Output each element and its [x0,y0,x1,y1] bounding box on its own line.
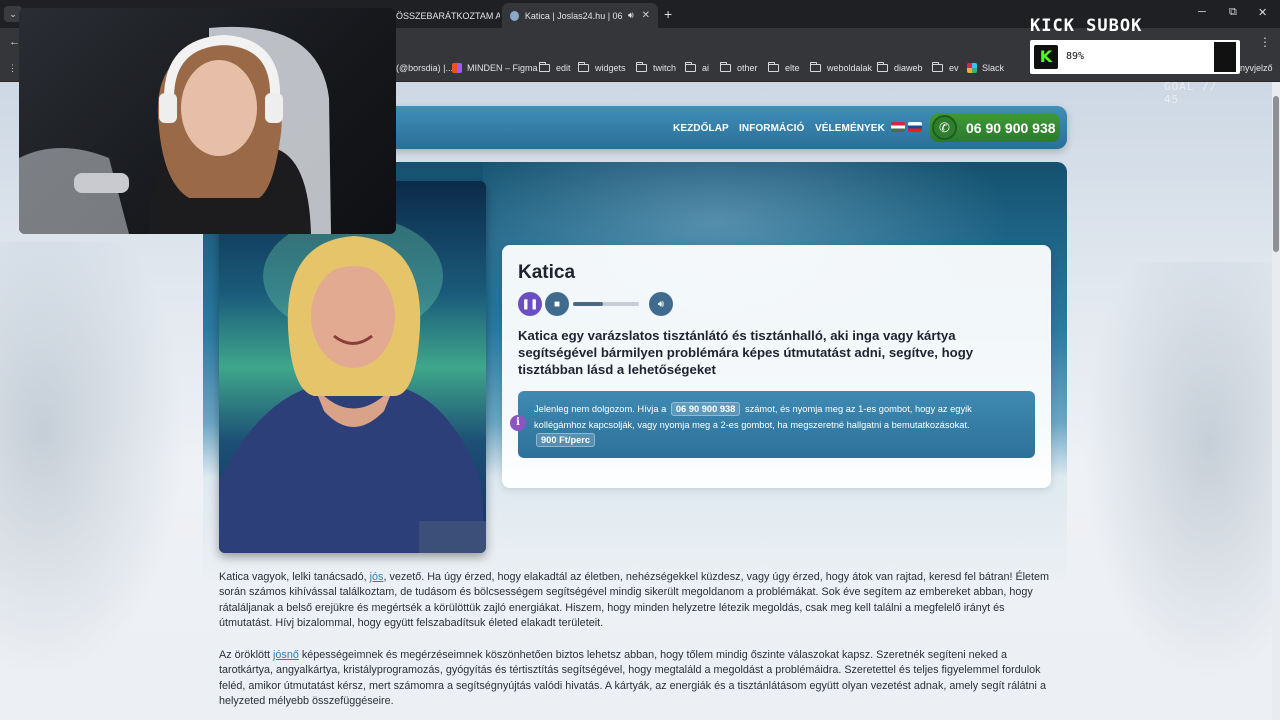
folder-icon [877,62,888,72]
nav-reviews-link[interactable]: VÉLEMÉNYEK [815,123,885,134]
folder-icon [685,62,696,72]
stop-icon[interactable]: ■ [545,292,569,316]
phone-icon: ✆ [932,115,957,140]
bookmark-item[interactable]: weboldalak [810,62,872,73]
call-button-number: 06 90 900 938 [966,119,1056,136]
close-icon[interactable]: ✕ [642,10,650,21]
bookmark-item[interactable]: twitch [636,62,676,73]
tab-active[interactable]: Katica | Joslas24.hu | 06 90 🔊︎ ✕ [502,3,658,28]
bookmark-item[interactable]: MINDEN – Figma [452,63,538,73]
close-window-icon[interactable]: ✕ [1258,6,1267,19]
folder-icon [768,62,779,72]
folder-icon [578,62,589,72]
sub-goal-fill-end [1214,42,1236,72]
new-tab-button[interactable]: + [664,6,672,22]
bookmark-item[interactable]: ev [932,62,959,73]
bookmark-item[interactable]: Slack [967,63,1004,73]
bio-paragraph: Katica vagyok, lelki tanácsadó, jós, vez… [219,571,1050,629]
audio-progress-bar[interactable] [573,302,639,306]
volume-icon[interactable]: 🔊︎ [649,292,673,316]
info-icon: i [510,415,526,431]
background-forest [0,242,210,720]
tab-title: Katica | Joslas24.hu | 06 90 [524,10,622,21]
folder-icon [539,62,550,72]
slovak-flag-icon[interactable] [908,122,922,132]
kick-sub-goal-widget: KICK SUBOK K 89% GOAL // 45 [1030,16,1240,106]
nav-home-link[interactable]: KEZDŐLAP [673,123,729,134]
advisor-info-card: Katica ❚❚ ■ 🔊︎ Katica egy varázslatos ti… [502,245,1051,488]
folder-icon [636,62,647,72]
advisor-name: Katica [518,262,576,283]
call-button[interactable]: ✆ 06 90 900 938 [930,113,1060,142]
availability-notice: i Jelenleg nem dolgozom. Hívja a 06 90 9… [510,391,1035,458]
speaker-icon[interactable]: 🔊︎ [628,10,634,21]
menu-icon[interactable]: ⋮ [1259,35,1271,49]
notice-text: Jelenleg nem dolgozom. Hívja a 06 90 900… [534,402,972,447]
kick-logo-icon: K [1034,45,1058,69]
scrollbar-thumb[interactable] [1273,96,1279,252]
kick-title: KICK SUBOK [1030,16,1143,36]
advisor-description: Katica egy varázslatos tisztánlátó és ti… [518,328,974,377]
bio-paragraph: Az öröklött jósnő képességeimnek és megé… [219,649,1046,707]
hungarian-flag-icon[interactable] [891,122,905,132]
sub-goal-label: GOAL // 45 [1164,80,1218,106]
jos-link[interactable]: jós [370,571,384,583]
bookmark-item[interactable]: diaweb [877,62,923,73]
bookmark-item[interactable]: widgets [578,62,626,73]
sub-goal-percent: 89% [1066,51,1085,62]
folder-icon [720,62,731,72]
background-forest [1062,262,1272,720]
bookmark-item[interactable]: nyvjelző [1240,63,1273,73]
webcam-overlay [19,8,396,234]
nav-info-link[interactable]: INFORMÁCIÓ [739,123,804,134]
site-favicon-icon [510,10,519,21]
josno-link[interactable]: jósnő [273,649,299,661]
bookmark-item[interactable]: edit [539,62,571,73]
bookmark-item[interactable]: ai [685,62,709,73]
advisor-photo [219,181,486,553]
bookmark-item[interactable]: other [720,62,758,73]
tab-inactive[interactable]: ÖSSZEBARÁTKOZTAM A ✕ [388,3,500,28]
figma-icon [452,63,462,73]
sub-goal-bar: K 89% [1030,40,1240,74]
pause-icon[interactable]: ❚❚ [518,292,542,316]
tab-title: ÖSSZEBARÁTKOZTAM A [396,10,500,21]
folder-icon [810,62,821,72]
audio-progress-fill [573,302,603,306]
slack-icon [967,63,977,73]
bookmark-item[interactable]: (@borsdia) |... [396,63,453,73]
notice-price: 900 Ft/perc [536,433,596,447]
folder-icon [932,62,943,72]
notice-phone-number[interactable]: 06 90 900 938 [670,402,741,416]
bookmark-item[interactable]: elte [768,62,800,73]
